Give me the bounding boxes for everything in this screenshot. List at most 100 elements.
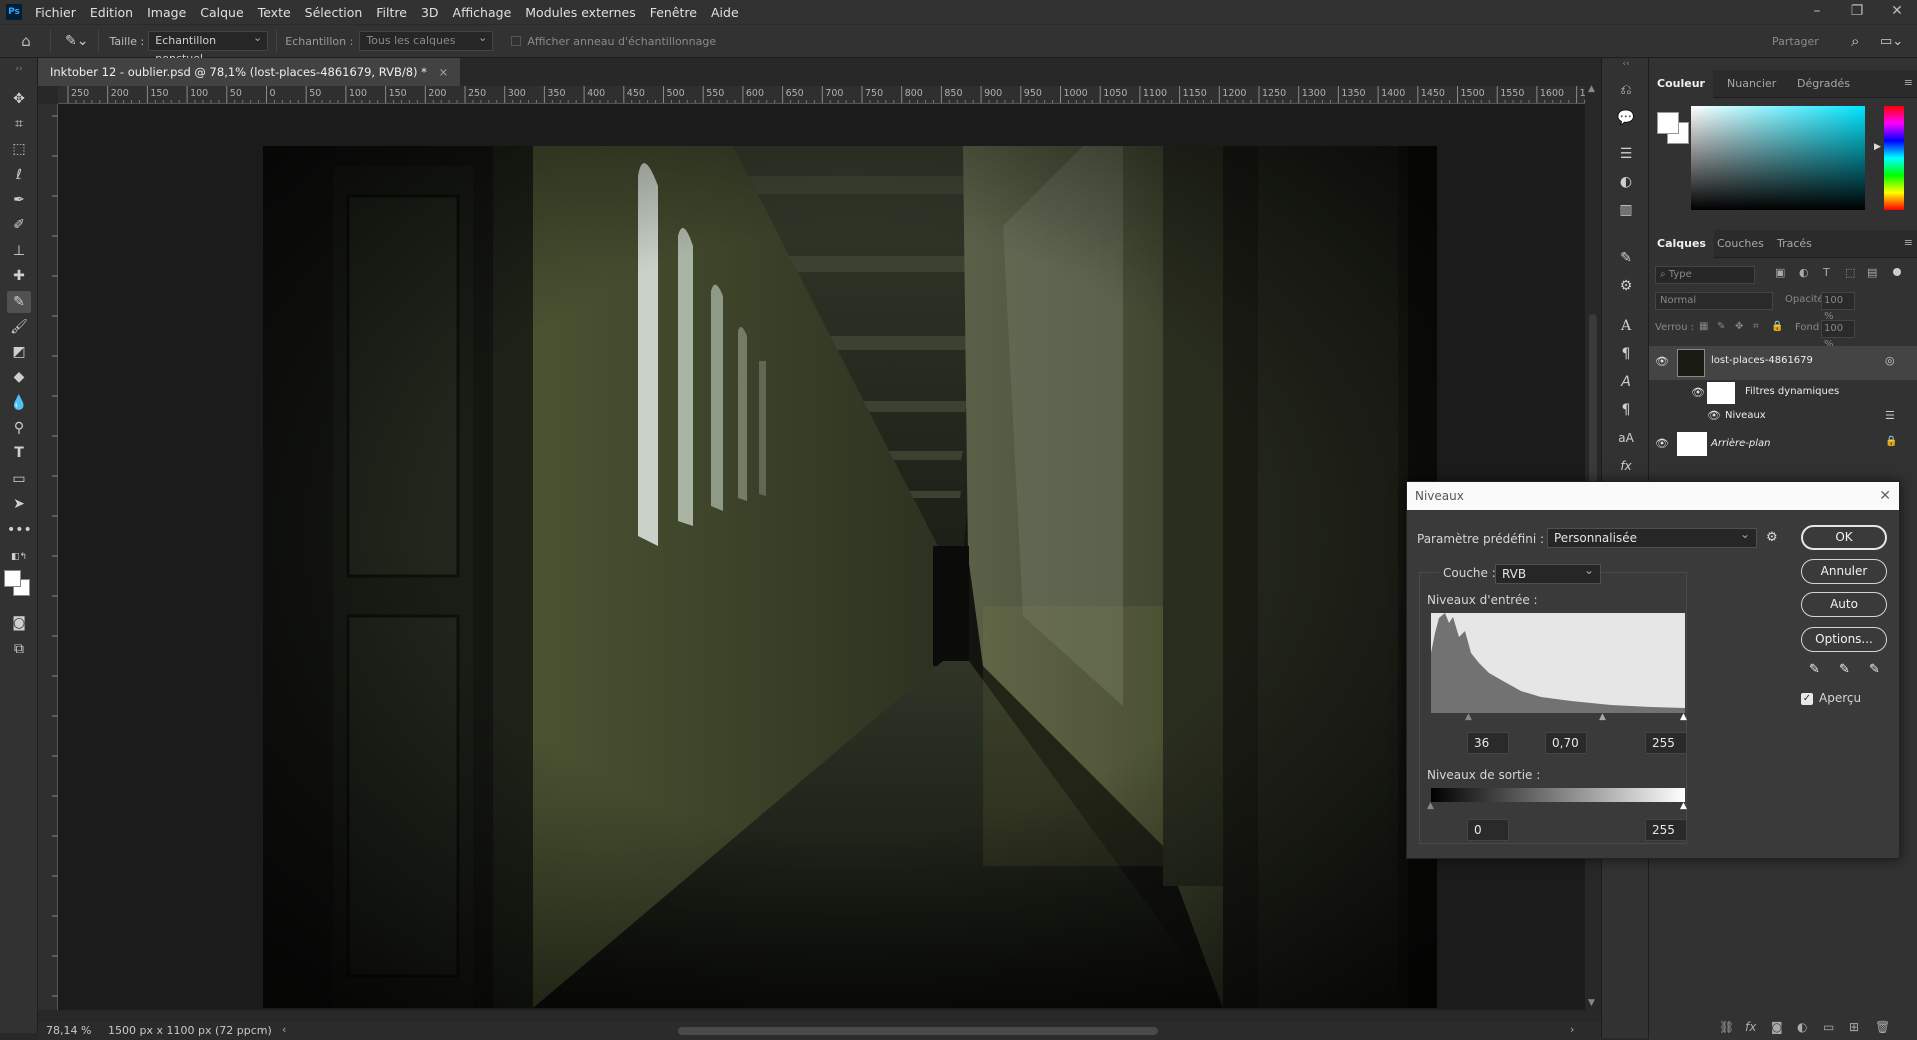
hscroll-left-arrow[interactable]: ‹ (282, 1023, 286, 1036)
eyedropper-tool-icon[interactable]: ✎ (7, 291, 31, 313)
status-menu-arrow[interactable]: › (260, 1023, 264, 1036)
menu-affichage[interactable]: Affichage (446, 5, 519, 20)
preset-select[interactable]: Personnalisée (1547, 525, 1757, 548)
layer-row[interactable]: 👁 Arrière-plan 🔒 (1649, 428, 1917, 462)
dodge-tool-icon[interactable]: ⚲ (7, 417, 31, 439)
sampling-ring-checkbox[interactable] (511, 36, 522, 46)
visibility-eye-icon[interactable]: 👁 (1707, 409, 1721, 422)
layer-styles-icon[interactable]: fx (1616, 456, 1636, 476)
preset-settings-gear-icon[interactable]: ⚙ (1766, 530, 1778, 545)
tab-nuancier[interactable]: Nuancier (1719, 70, 1784, 98)
menu-calque[interactable]: Calque (193, 5, 250, 20)
channel-select[interactable]: RVB (1495, 561, 1601, 584)
lock-position-icon[interactable]: ✥ (1735, 321, 1743, 332)
output-white-slider-handle[interactable]: ▲ (1680, 801, 1687, 811)
menu-selection[interactable]: Sélection (298, 5, 370, 20)
scroll-down-arrow[interactable]: ▼ (1588, 998, 1595, 1008)
menu-image[interactable]: Image (140, 5, 193, 20)
input-black-field[interactable]: 36 (1467, 732, 1509, 754)
hue-slider-marker-icon[interactable]: ▶ (1874, 142, 1881, 152)
add-layer-style-icon[interactable]: fx (1745, 1020, 1756, 1034)
foreground-swatch[interactable] (1657, 112, 1679, 134)
share-button[interactable]: Partager (1772, 35, 1819, 48)
paragraph-styles-icon[interactable]: ¶ (1616, 400, 1636, 420)
input-gamma-field[interactable]: 0,70 (1545, 732, 1587, 754)
healing-brush-tool-icon[interactable]: ✚ (7, 265, 31, 287)
paragraph-icon[interactable]: ¶ (1616, 344, 1636, 364)
opacity-value[interactable]: 100 % (1821, 292, 1855, 322)
input-black-slider-handle[interactable]: ▲ (1465, 712, 1472, 722)
new-adjustment-layer-icon[interactable]: ◐ (1797, 1020, 1807, 1034)
input-white-slider-handle[interactable]: ▲ (1680, 712, 1687, 722)
lock-transparent-icon[interactable]: ▦ (1699, 321, 1708, 332)
menu-filtre[interactable]: Filtre (369, 5, 414, 20)
output-gradient-bar[interactable] (1431, 788, 1685, 802)
brush-tool-icon[interactable]: 🖌 (7, 316, 31, 338)
filter-pixel-icon[interactable]: ▣ (1775, 266, 1785, 279)
tab-couches[interactable]: Couches (1709, 230, 1772, 258)
filter-toggle-icon[interactable] (1893, 268, 1901, 276)
quick-selection-tool-icon[interactable]: ✐ (7, 214, 31, 236)
pen-tool-icon[interactable]: ✒ (7, 189, 31, 211)
lasso-tool-icon[interactable]: ℓ (7, 164, 31, 186)
add-mask-icon[interactable]: ◙ (1771, 1020, 1783, 1034)
zoom-level[interactable]: 78,14 % (46, 1024, 91, 1037)
histogram-icon[interactable]: ▥ (1616, 200, 1636, 220)
dialog-title-bar[interactable]: Niveaux ✕ (1407, 482, 1899, 510)
filter-adjustment-icon[interactable]: ◐ (1799, 266, 1809, 279)
menu-edition[interactable]: Edition (83, 5, 140, 20)
gray-point-eyedropper-icon[interactable]: ✎ (1839, 662, 1850, 677)
properties-icon[interactable]: ◐ (1616, 172, 1636, 192)
tab-traces[interactable]: Tracés (1769, 230, 1820, 258)
preview-checkbox[interactable]: ✓ (1801, 693, 1813, 705)
horizontal-scrollbar-thumb[interactable] (678, 1027, 1158, 1035)
document-image[interactable] (263, 146, 1437, 1008)
filter-smart-object-icon[interactable]: ▤ (1867, 266, 1877, 279)
search-icon[interactable]: ⌕ (1851, 32, 1859, 50)
new-group-icon[interactable]: ▭ (1823, 1020, 1834, 1034)
visibility-eye-icon[interactable]: 👁 (1655, 355, 1669, 368)
output-white-field[interactable]: 255 (1645, 819, 1687, 841)
tab-calques[interactable]: Calques (1649, 230, 1714, 258)
output-black-slider-handle[interactable]: ▲ (1427, 801, 1434, 811)
character-icon[interactable]: A (1616, 316, 1636, 336)
layer-row[interactable]: 👁 Filtres dynamiques (1649, 380, 1917, 406)
document-tab[interactable]: Inktober 12 - oublier.psd @ 78,1% (lost-… (38, 58, 461, 86)
menu-aide[interactable]: Aide (704, 5, 746, 20)
panel-menu-icon[interactable]: ≡ (1904, 76, 1913, 89)
sample-select[interactable]: Tous les calques (359, 29, 494, 51)
screen-mode-icon[interactable]: ⧉ (7, 638, 31, 660)
minimize-icon[interactable]: – (1797, 0, 1837, 24)
canvas-area[interactable] (58, 104, 1585, 1010)
histogram[interactable] (1431, 613, 1685, 713)
collapse-panels-icon[interactable]: ‹‹ (1616, 54, 1636, 74)
input-white-field[interactable]: 255 (1645, 732, 1687, 754)
glyphs-icon[interactable]: A (1616, 372, 1636, 392)
cancel-button[interactable]: Annuler (1801, 559, 1887, 584)
options-button[interactable]: Options... (1801, 627, 1887, 652)
auto-button[interactable]: Auto (1801, 592, 1887, 617)
size-select[interactable]: Echantillon ponctuel (148, 29, 269, 65)
more-tools-icon[interactable]: ••• (7, 519, 32, 541)
menu-texte[interactable]: Texte (251, 5, 298, 20)
eyedropper-tool-preset-icon[interactable]: ✎⌄ (65, 33, 88, 49)
menu-modules-externes[interactable]: Modules externes (518, 5, 642, 20)
blend-mode-select[interactable]: Normal (1655, 292, 1773, 310)
hue-slider[interactable] (1884, 106, 1904, 210)
lock-artboard-icon[interactable]: ⌗ (1753, 321, 1759, 332)
close-tab-icon[interactable]: × (439, 65, 449, 79)
eraser-tool-icon[interactable]: ◩ (7, 341, 31, 363)
brush-settings-icon[interactable]: ✎ (1616, 248, 1636, 268)
close-icon[interactable]: ✕ (1877, 0, 1917, 24)
lock-all-icon[interactable]: 🔒 (1771, 321, 1783, 332)
black-point-eyedropper-icon[interactable]: ✎ (1809, 662, 1820, 677)
crop-tool-icon[interactable]: ⌗ (7, 113, 31, 135)
layer-search-field[interactable]: ⌕ Type (1655, 266, 1755, 284)
dialog-close-icon[interactable]: ✕ (1879, 482, 1891, 510)
move-tool-icon[interactable]: ✥ (7, 88, 31, 110)
home-icon[interactable]: ⌂ (16, 32, 36, 50)
hscroll-right-arrow[interactable]: › (1570, 1023, 1574, 1036)
menu-fichier[interactable]: Fichier (28, 5, 83, 20)
collapse-icon[interactable]: ›› (7, 58, 31, 80)
type-tool-icon[interactable]: T (7, 442, 31, 464)
